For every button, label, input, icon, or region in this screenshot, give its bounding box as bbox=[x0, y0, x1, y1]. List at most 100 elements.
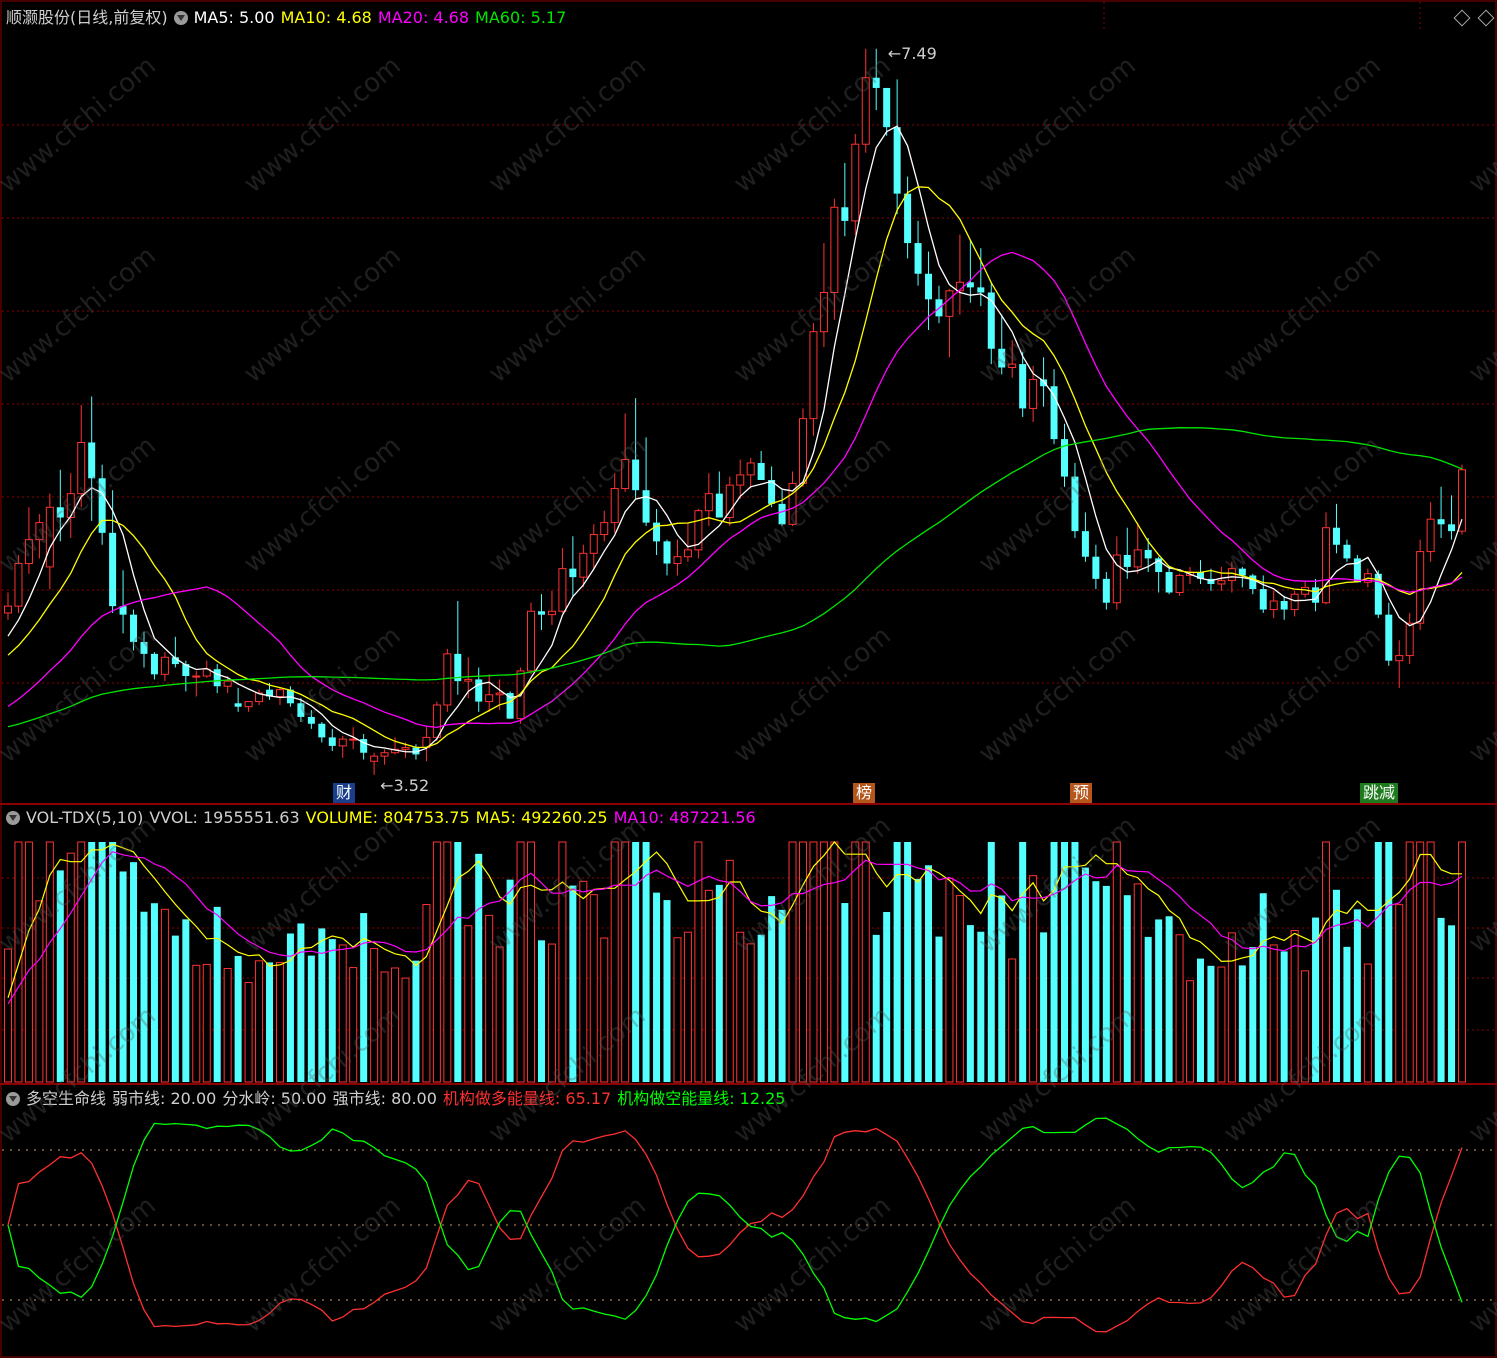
indicator-name[interactable]: 多空生命线 bbox=[26, 1089, 106, 1108]
candle bbox=[130, 614, 138, 642]
volume-bar bbox=[1238, 965, 1246, 1082]
event-tag-forecast[interactable]: 预 bbox=[1070, 783, 1093, 803]
volume-bar bbox=[1416, 841, 1425, 1083]
candle bbox=[338, 738, 347, 747]
volume-bar bbox=[1395, 904, 1404, 1083]
volume-bar bbox=[547, 943, 556, 1083]
volume-bar bbox=[412, 960, 420, 1082]
volume-bar bbox=[1290, 930, 1299, 1083]
candle bbox=[715, 493, 723, 518]
candle bbox=[736, 474, 745, 486]
volume-bar bbox=[757, 934, 765, 1082]
volume-bar bbox=[1448, 925, 1456, 1082]
volume-bar bbox=[318, 928, 326, 1082]
price-panel-header: 顺灏股份(日线,前复权) MA5: 5.00 MA10: 4.68 MA20: 4.6… bbox=[6, 8, 572, 28]
volume-bar bbox=[192, 964, 201, 1083]
volume-bar bbox=[1071, 842, 1079, 1082]
volume-bar bbox=[955, 895, 964, 1083]
candle bbox=[1144, 549, 1152, 559]
volume-bar bbox=[349, 967, 358, 1083]
candle bbox=[1437, 519, 1445, 525]
event-tag-finance[interactable]: 财 bbox=[333, 783, 356, 803]
volume-bar bbox=[475, 853, 483, 1082]
volume-bar bbox=[1186, 980, 1195, 1083]
candle bbox=[1102, 578, 1110, 603]
volume-bar bbox=[589, 894, 598, 1083]
volume-bar bbox=[1050, 842, 1058, 1082]
volume-bar bbox=[977, 931, 985, 1082]
candle bbox=[945, 290, 954, 317]
vol-name[interactable]: VOL-TDX(5,10) bbox=[26, 808, 143, 827]
candle bbox=[977, 287, 985, 293]
volume-bar bbox=[861, 841, 870, 1083]
volume-bar bbox=[841, 903, 849, 1082]
indicator-settings-icon[interactable] bbox=[6, 1092, 20, 1106]
ma10-line bbox=[7, 186, 1463, 749]
volume-bar bbox=[1155, 919, 1163, 1082]
volume-bar bbox=[14, 841, 23, 1083]
candle bbox=[192, 675, 201, 678]
volume-bar bbox=[1165, 916, 1173, 1082]
volume-bar bbox=[1123, 895, 1131, 1082]
volume-bar bbox=[1332, 889, 1340, 1082]
candle bbox=[809, 331, 818, 420]
volume-bar bbox=[1207, 965, 1215, 1082]
volume-bar bbox=[1092, 881, 1100, 1082]
volume-bar bbox=[160, 908, 169, 1083]
candle bbox=[77, 442, 86, 495]
volume-bar bbox=[234, 955, 242, 1082]
candle bbox=[4, 605, 12, 614]
ma20-legend: MA20: 4.68 bbox=[377, 8, 470, 27]
bear-energy-label: 机构做空能量线: 12.25 bbox=[617, 1089, 786, 1108]
mid-line-label: 分水岭: 50.00 bbox=[222, 1089, 327, 1108]
candle bbox=[223, 680, 232, 687]
volume-bar bbox=[1385, 842, 1393, 1082]
volume-bar bbox=[443, 841, 452, 1083]
volume-bar bbox=[694, 841, 703, 1083]
volume-bar bbox=[872, 934, 880, 1082]
volume-bar bbox=[778, 909, 786, 1082]
stock-chart-canvas[interactable]: ←7.49 ←3.52 bbox=[0, 0, 1497, 1358]
candle bbox=[370, 755, 379, 762]
stock-title[interactable]: 顺灏股份(日线,前复权) bbox=[6, 8, 168, 27]
volume-value: VOLUME: 804753.75 bbox=[305, 808, 470, 827]
volume-bar bbox=[45, 841, 54, 1083]
ma5-legend: MA5: 5.00 bbox=[193, 8, 275, 27]
indicator-panel-header: 多空生命线 弱市线: 20.00 分水岭: 50.00 强市线: 80.00 机构做多能… bbox=[6, 1089, 792, 1109]
ma20-line bbox=[7, 251, 1463, 729]
volume-bar bbox=[66, 852, 75, 1083]
volume-bar bbox=[506, 879, 514, 1082]
candle bbox=[1458, 469, 1466, 532]
candle bbox=[600, 522, 609, 536]
candle bbox=[1385, 614, 1393, 661]
candle bbox=[998, 348, 1006, 368]
candle bbox=[883, 87, 891, 128]
volume-bar bbox=[1363, 963, 1372, 1083]
candle bbox=[1269, 600, 1278, 611]
event-tag-ex-rights[interactable]: 跳减 bbox=[1360, 783, 1399, 803]
vol-ma10-value: MA10: 487221.56 bbox=[613, 808, 756, 827]
ma60-legend: MA60: 5.17 bbox=[475, 8, 567, 27]
candle bbox=[1332, 527, 1340, 545]
volume-bar bbox=[109, 842, 117, 1082]
candle bbox=[150, 653, 158, 675]
volume-bar bbox=[130, 862, 138, 1082]
volume-bar bbox=[1269, 944, 1278, 1083]
candle bbox=[485, 694, 494, 703]
volume-bar bbox=[1374, 842, 1382, 1082]
volume-settings-icon[interactable] bbox=[6, 811, 20, 825]
volume-bar bbox=[401, 977, 410, 1083]
volume-bar bbox=[746, 943, 755, 1083]
volume-bar bbox=[213, 906, 221, 1082]
ma10-legend: MA10: 4.68 bbox=[280, 8, 372, 27]
event-tag-billboard[interactable]: 榜 bbox=[853, 783, 876, 803]
volume-bar bbox=[914, 878, 922, 1082]
volume-bar bbox=[945, 877, 954, 1083]
volume-bar bbox=[1061, 842, 1069, 1082]
volume-bar bbox=[830, 841, 839, 1083]
settings-dropdown-icon[interactable] bbox=[173, 11, 188, 25]
candle bbox=[1259, 589, 1267, 610]
volume-bar bbox=[297, 923, 305, 1082]
volume-bar bbox=[266, 962, 274, 1082]
volume-bar bbox=[1301, 970, 1310, 1083]
